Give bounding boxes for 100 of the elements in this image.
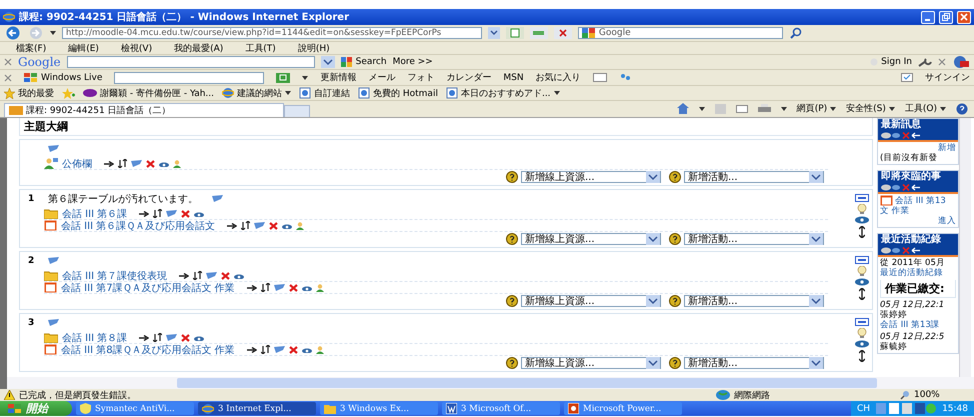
menu-item[interactable]: 說明(H)	[298, 42, 330, 54]
activity-link[interactable]: 会話 III 第7課ＱＡ及び応用会話文 作業	[61, 280, 235, 294]
close-icon[interactable]	[4, 74, 12, 82]
activity-link[interactable]: 会話 III 第６課ＱＡ及び応用会話文	[61, 218, 216, 232]
add-star-icon[interactable]	[62, 88, 75, 98]
vertical-scrollbar[interactable]	[959, 118, 971, 377]
horizontal-scrollbar[interactable]	[0, 377, 974, 389]
search-button[interactable]: Search	[340, 57, 387, 67]
sign-in-link[interactable]: サインイン	[925, 71, 970, 84]
sidebar-text: 05月 12日,22:5	[880, 332, 944, 342]
help-icon[interactable]	[956, 102, 968, 114]
split-arrows-icon	[260, 283, 270, 292]
toolbar-link[interactable]: MSN	[503, 72, 524, 82]
taskbar-button[interactable]: 3 Internet Expl...	[198, 402, 316, 415]
menu-item[interactable]: 檔案(F)	[16, 42, 46, 54]
chevron-down-icon	[809, 295, 823, 307]
envelope-icon[interactable]	[592, 73, 607, 82]
browser-tab[interactable]: 課程: 9902-44251 日語會話（二）	[4, 103, 284, 117]
chevron-down-icon[interactable]	[488, 27, 500, 39]
add-resource-dropdown[interactable]: 新增線上資源...	[521, 295, 661, 307]
people-icon[interactable]	[618, 73, 631, 82]
add-resource-dropdown[interactable]: 新增線上資源...	[521, 357, 661, 369]
printer-icon[interactable]	[758, 104, 771, 114]
sidebar-link[interactable]: 進入	[938, 216, 956, 226]
up-down-arrow-icon	[859, 226, 865, 238]
sidebar-text: 張婷婷	[880, 310, 907, 320]
split-arrows-icon	[153, 209, 162, 218]
search-field[interactable]: Google	[578, 27, 783, 39]
taskbar-button[interactable]: Microsoft Power...	[564, 402, 682, 415]
toolbar-link[interactable]: お気に入り	[536, 71, 581, 84]
sidebar-link[interactable]: 最近的活動紀錄	[880, 268, 943, 278]
checkbox-icon[interactable]	[901, 73, 913, 82]
activity-link[interactable]: 会話 III 第６課	[62, 206, 128, 220]
more-button[interactable]: More >>	[392, 57, 433, 67]
eye-icon	[234, 272, 244, 278]
add-activity-dropdown[interactable]: 新增活動...	[684, 295, 824, 307]
add-activity-dropdown[interactable]: 新增活動...	[684, 357, 824, 369]
add-resource-dropdown[interactable]: 新增線上資源...	[521, 233, 661, 245]
window-title: 課程: 9902-44251 日語會話（二） - Windows Internet Explorer	[19, 10, 350, 24]
menu-item[interactable]: 工具(T)	[245, 42, 276, 54]
toolbar-link[interactable]: カレンダー	[446, 71, 492, 84]
toolbar-link[interactable]: 更新情報	[320, 71, 356, 84]
favorites-button[interactable]: 我的最愛	[4, 86, 54, 100]
zoom-control[interactable]: 100%	[900, 390, 970, 400]
minimize-button[interactable]	[921, 10, 935, 24]
close-icon[interactable]	[938, 58, 946, 66]
cross-icon	[288, 346, 298, 354]
taskbar-button[interactable]: 3 Windows Ex...	[320, 402, 438, 415]
taskbar-button[interactable]: 3 Microsoft Of...	[442, 402, 560, 415]
search-icon[interactable]	[789, 27, 803, 39]
split-arrows-icon	[241, 221, 250, 230]
command-menu[interactable]: 工具(O)	[904, 102, 946, 115]
toolbar-link[interactable]: フォト	[407, 71, 434, 84]
command-menu[interactable]: 安全性(S)	[846, 102, 895, 115]
live-search-field[interactable]	[114, 72, 264, 84]
star-icon	[4, 88, 15, 98]
block-title: 最近活動紀錄	[878, 234, 958, 246]
add-activity-dropdown[interactable]: 新增活動...	[684, 171, 824, 183]
activity-link[interactable]: 会話 III 第７課使役表現	[62, 268, 168, 282]
section-number: 2	[28, 256, 34, 266]
sign-in-button[interactable]: Sign In	[870, 57, 912, 67]
favorite-link[interactable]: 建議的網站	[222, 86, 291, 100]
menu-item[interactable]: 檢視(V)	[120, 42, 152, 54]
menu-item[interactable]: 我的最愛(A)	[174, 42, 224, 54]
warning-icon	[4, 390, 15, 400]
toolbar-link[interactable]: メール	[368, 71, 396, 84]
close-button[interactable]	[957, 10, 971, 24]
page-icon	[358, 87, 370, 99]
stop-icon[interactable]	[554, 27, 572, 39]
wrench-icon[interactable]	[918, 57, 932, 67]
activity-link[interactable]: 会話 III 第８課	[62, 330, 128, 344]
sidebar-link[interactable]: 文 作業	[880, 206, 910, 216]
split-arrows-icon	[153, 333, 162, 342]
taskbar-button[interactable]: Symantec AntiVi...	[76, 402, 194, 415]
restore-button[interactable]	[939, 10, 953, 24]
favorite-link[interactable]: 謝爾穎 - 寄件備份匣 - Yah...	[83, 86, 214, 100]
page-check-icon[interactable]	[506, 27, 524, 39]
favorite-link[interactable]: 本日のおすすめアド...	[446, 86, 560, 100]
google-search-field[interactable]	[66, 56, 315, 68]
section-title: 第６課テーブルが汚れています。	[48, 192, 198, 206]
activity-link[interactable]: 会話 III 第8課ＱＡ及び応用会話文 作業	[61, 342, 235, 356]
back-button-icon[interactable]	[4, 26, 22, 40]
close-icon[interactable]	[4, 58, 12, 66]
folder-icon	[44, 332, 58, 342]
sidebar-link[interactable]: 会話 III 第13	[895, 196, 946, 206]
sidebar-link[interactable]: 会話 III 第13課	[880, 320, 940, 330]
menu-item[interactable]: 編輯(E)	[68, 42, 99, 54]
add-activity-dropdown[interactable]: 新增活動...	[684, 233, 824, 245]
activity-link[interactable]: 公佈欄	[62, 156, 92, 170]
help-icon	[506, 171, 518, 183]
home-icon[interactable]	[676, 103, 689, 114]
envelope-icon[interactable]	[736, 104, 748, 112]
favorite-link[interactable]: 自訂連結	[299, 86, 350, 100]
favorite-link[interactable]: 免費的 Hotmail	[358, 86, 438, 100]
board-icon	[44, 220, 57, 231]
eye-icon	[194, 334, 204, 340]
add-resource-dropdown[interactable]: 新增線上資源...	[521, 171, 661, 183]
address-field[interactable]: http://moodle-04.mcu.edu.tw/course/view.php?id=1144&edit=on&sesskey=FpEEPCorPs	[62, 27, 482, 39]
sidebar-link[interactable]: 新增	[938, 143, 956, 153]
command-menu[interactable]: 網頁(P)	[796, 102, 836, 115]
